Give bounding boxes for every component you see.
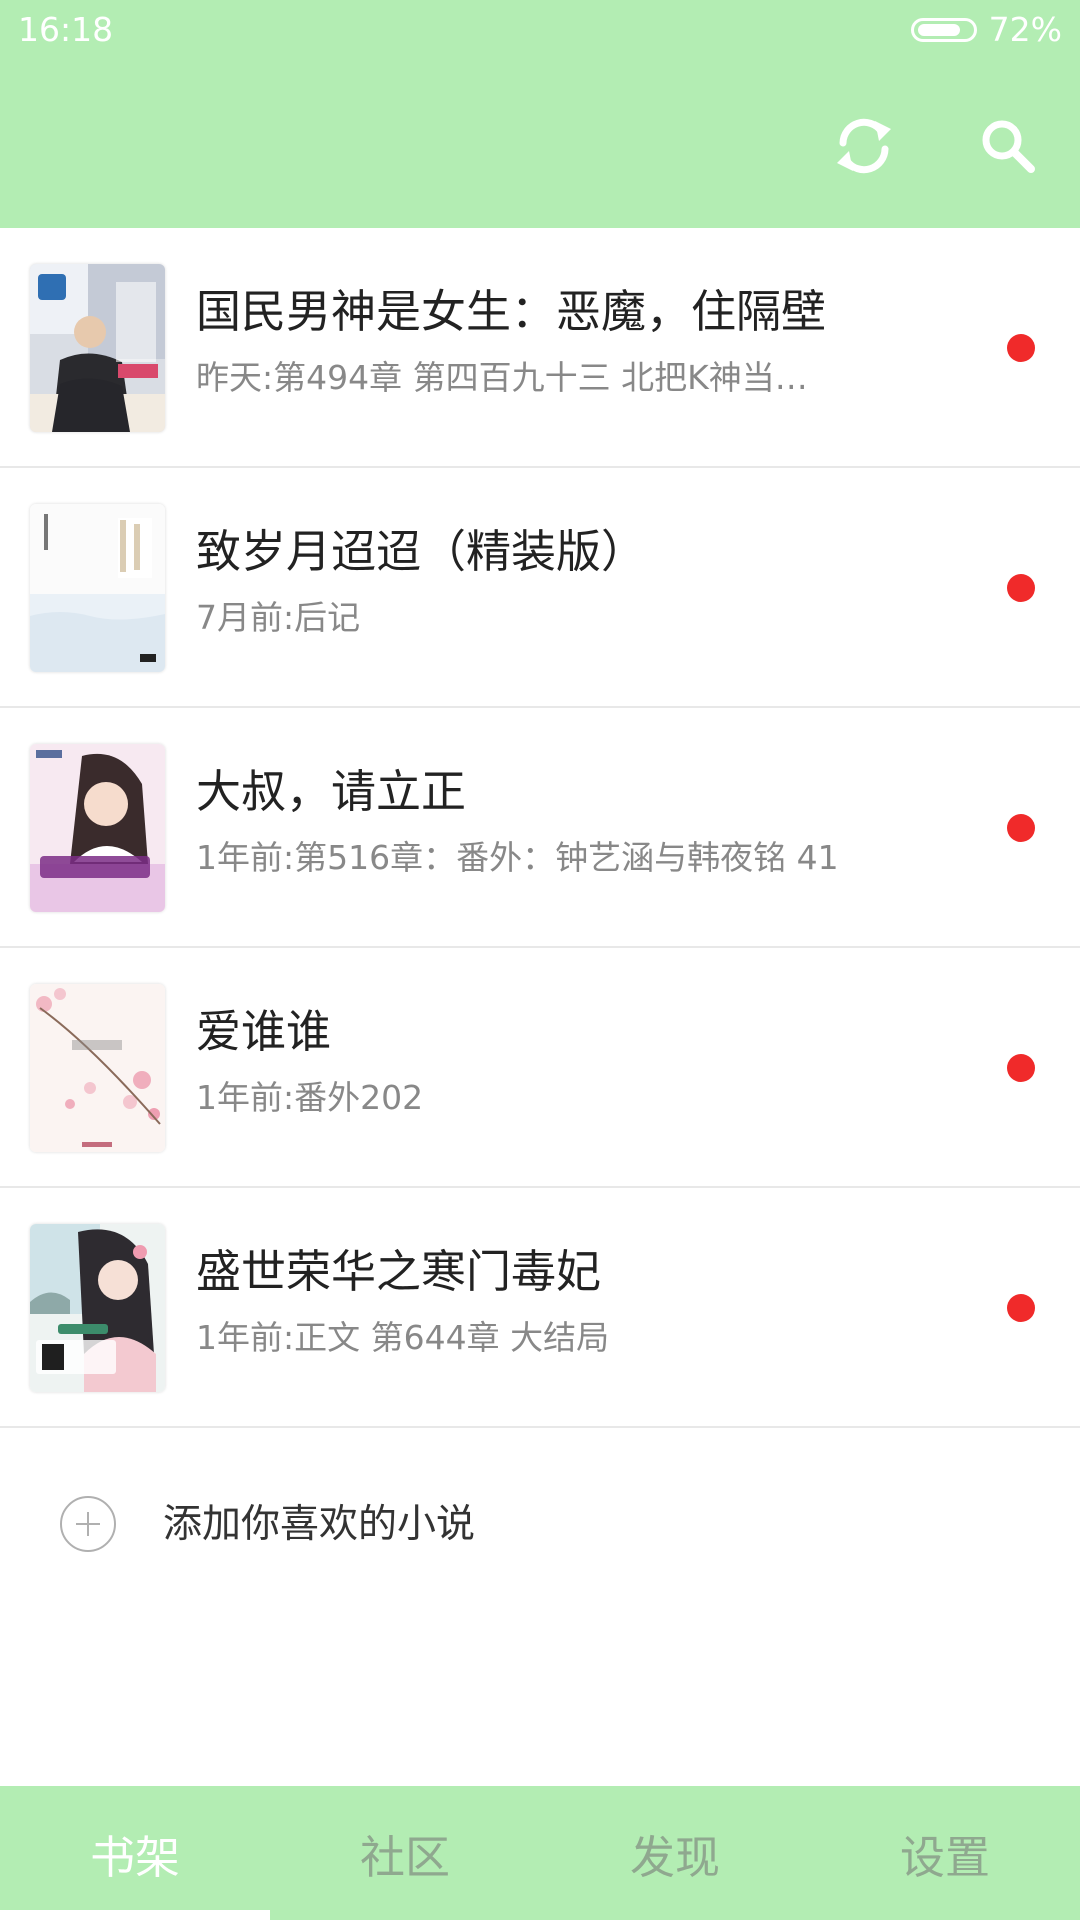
unread-dot xyxy=(1007,814,1035,842)
refresh-button[interactable] xyxy=(828,110,900,182)
book-title: 致岁月迢迢（精装版） xyxy=(196,525,647,578)
book-cover xyxy=(30,744,165,912)
bottom-nav: 书架 社区 发现 设置 xyxy=(0,1786,1080,1920)
book-title: 大叔，请立正 xyxy=(196,765,467,818)
tab-bookshelf[interactable]: 书架 xyxy=(0,1786,270,1920)
book-cover xyxy=(30,504,165,672)
tab-label: 社区 xyxy=(359,1830,450,1884)
status-battery: 72% xyxy=(910,10,1062,50)
search-button[interactable] xyxy=(972,110,1044,182)
book-item[interactable]: 致岁月迢迢（精装版） 7月前:后记 xyxy=(0,468,1080,708)
book-title: 爱谁谁 xyxy=(196,1005,332,1058)
tab-discover[interactable]: 发现 xyxy=(540,1786,810,1920)
book-title: 盛世荣华之寒门毒妃 xyxy=(196,1245,602,1298)
book-latest-chapter: 7月前:后记 xyxy=(196,598,361,637)
book-item[interactable]: 爱谁谁 1年前:番外202 xyxy=(0,948,1080,1188)
plus-circle-icon xyxy=(60,1496,116,1552)
app-header: 16:18 72% xyxy=(0,0,1080,228)
search-icon xyxy=(982,120,1035,173)
status-time: 16:18 xyxy=(18,10,114,49)
book-cover xyxy=(30,984,165,1152)
tab-label: 发现 xyxy=(629,1830,720,1884)
tab-settings[interactable]: 设置 xyxy=(810,1786,1080,1920)
active-tab-indicator xyxy=(0,1910,270,1920)
tab-label: 设置 xyxy=(899,1830,990,1884)
book-item[interactable]: 国民男神是女生：恶魔，住隔壁 昨天:第494章 第四百九十三 北把K神当… xyxy=(0,228,1080,468)
book-item[interactable]: 盛世荣华之寒门毒妃 1年前:正文 第644章 大结局 xyxy=(0,1188,1080,1428)
unread-dot xyxy=(1007,1294,1035,1322)
bookshelf-list: 国民男神是女生：恶魔，住隔壁 昨天:第494章 第四百九十三 北把K神当… 致岁… xyxy=(0,228,1080,1428)
battery-icon xyxy=(910,18,977,42)
unread-dot xyxy=(1007,1054,1035,1082)
tab-label: 书架 xyxy=(89,1830,180,1884)
book-latest-chapter: 昨天:第494章 第四百九十三 北把K神当… xyxy=(196,358,808,397)
book-item[interactable]: 大叔，请立正 1年前:第516章：番外：钟艺涵与韩夜铭 41 xyxy=(0,708,1080,948)
add-novel-button[interactable]: 添加你喜欢的小说 xyxy=(0,1436,1080,1612)
book-latest-chapter: 1年前:番外202 xyxy=(196,1078,424,1117)
battery-percent: 72% xyxy=(988,10,1062,49)
book-latest-chapter: 1年前:第516章：番外：钟艺涵与韩夜铭 41 xyxy=(196,838,839,877)
book-cover xyxy=(30,264,165,432)
tab-community[interactable]: 社区 xyxy=(270,1786,540,1920)
unread-dot xyxy=(1007,574,1035,602)
book-latest-chapter: 1年前:正文 第644章 大结局 xyxy=(196,1318,610,1357)
unread-dot xyxy=(1007,334,1035,362)
refresh-icon xyxy=(837,118,891,174)
book-cover xyxy=(30,1224,165,1392)
book-title: 国民男神是女生：恶魔，住隔壁 xyxy=(196,285,827,338)
add-novel-label: 添加你喜欢的小说 xyxy=(163,1502,476,1547)
